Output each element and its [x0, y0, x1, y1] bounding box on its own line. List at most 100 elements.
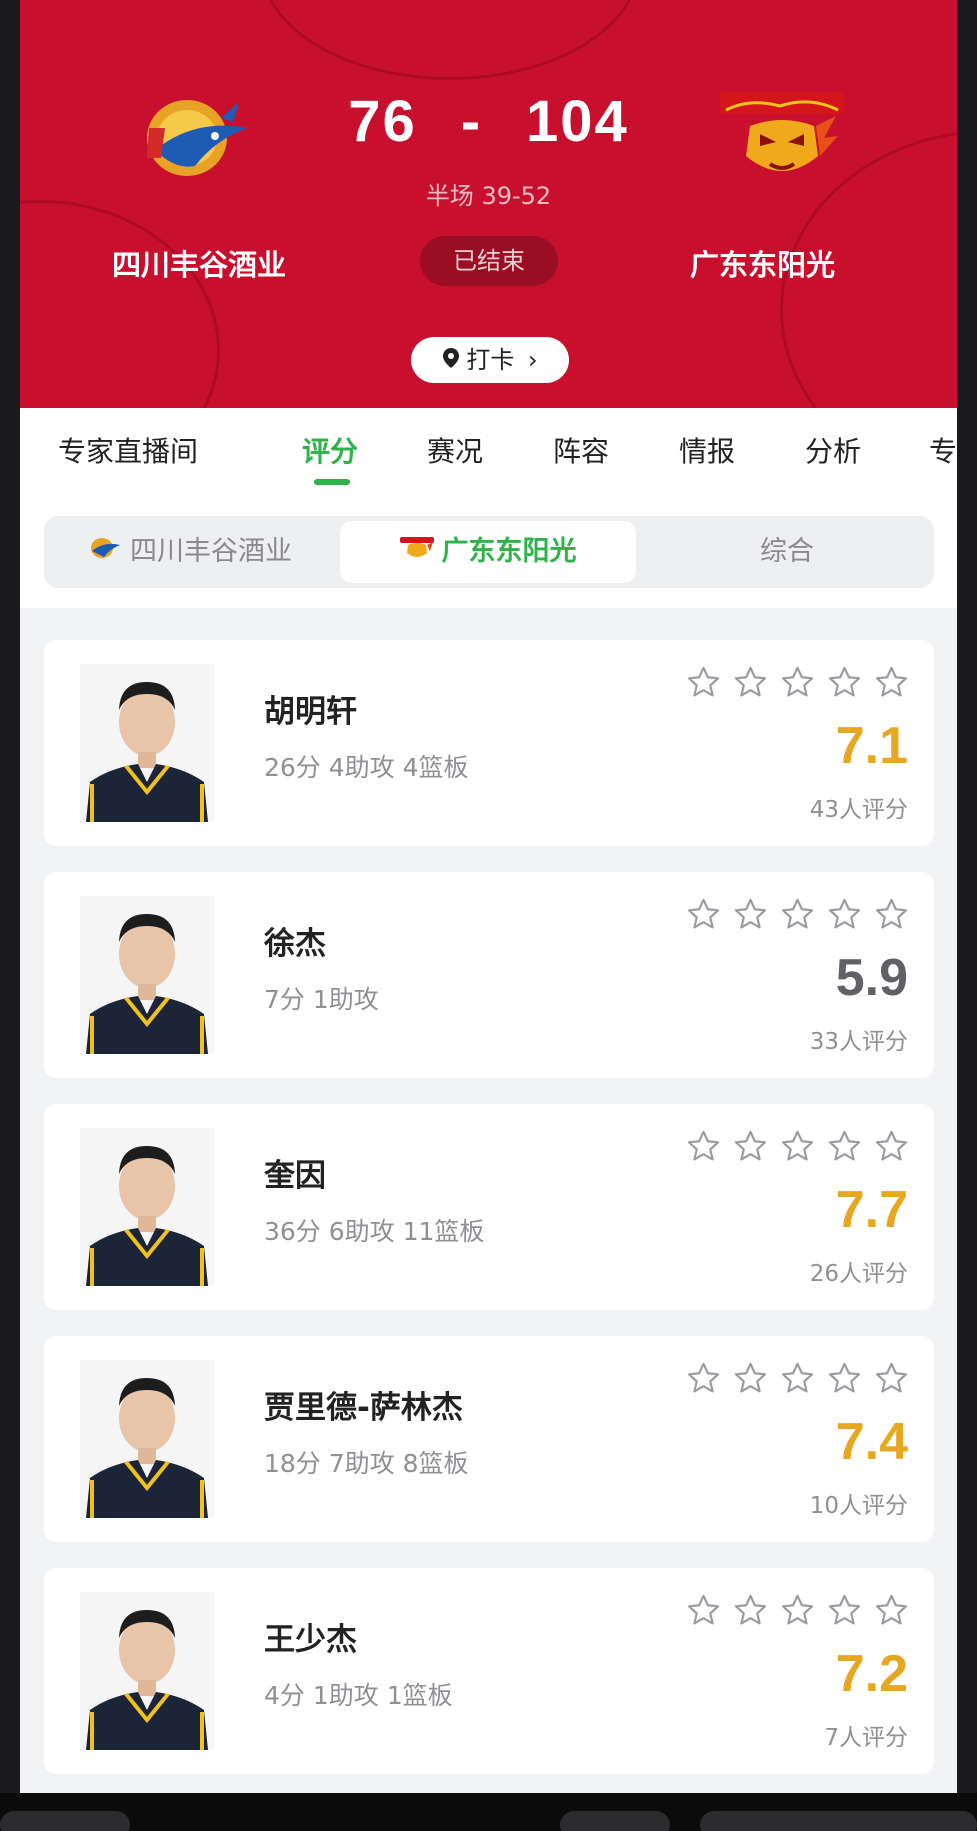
score-separator: -	[460, 89, 483, 154]
segment-guangdong[interactable]: 广东东阳光	[340, 521, 636, 583]
rating-star-icon[interactable]	[873, 664, 910, 705]
rating-count: 7人评分	[824, 1725, 908, 1751]
scoreline: 76-104	[20, 88, 957, 155]
player-name: 胡明轩	[264, 694, 357, 730]
rating-star-icon[interactable]	[685, 1592, 722, 1633]
rating-star-icon[interactable]	[779, 1360, 816, 1401]
system-pill	[700, 1811, 977, 1831]
rating-star-icon[interactable]	[732, 1360, 769, 1401]
rating-count: 10人评分	[809, 1493, 908, 1519]
player-avatar	[80, 1128, 214, 1286]
rating-star-icon[interactable]	[873, 1360, 910, 1401]
away-score: 104	[526, 89, 629, 154]
player-stats: 7分 1助攻	[264, 985, 379, 1014]
rating-count: 33人评分	[809, 1029, 908, 1055]
rating-star-icon[interactable]	[873, 1592, 910, 1633]
rating-stars[interactable]	[685, 1128, 910, 1169]
segment-label: 四川丰谷酒业	[130, 536, 292, 567]
player-name: 奎因	[264, 1158, 326, 1194]
rating-star-icon[interactable]	[826, 664, 863, 705]
active-tab-indicator	[314, 479, 350, 485]
segment-sichuan[interactable]: 四川丰谷酒业	[44, 516, 336, 588]
match-status-badge: 已结束	[420, 236, 558, 286]
rating-star-icon[interactable]	[779, 1128, 816, 1169]
rating-count: 26人评分	[809, 1261, 908, 1287]
rating-star-icon[interactable]	[732, 1592, 769, 1633]
away-team-name[interactable]: 广东东阳光	[690, 242, 835, 284]
rating-stars[interactable]	[685, 1592, 910, 1633]
checkin-button[interactable]: 打卡 ›	[411, 337, 569, 383]
player-name: 徐杰	[264, 926, 326, 962]
rating-star-icon[interactable]	[826, 1128, 863, 1169]
rating-star-icon[interactable]	[779, 896, 816, 937]
player-card[interactable]: 贾里德-萨林杰 18分 7助攻 8篮板 7.4 10人评分	[44, 1336, 934, 1542]
match-header: 76-104 半场 39-52 四川丰谷酒业 已结束 广东东阳光 打卡 ›	[20, 0, 957, 408]
player-avatar	[80, 664, 214, 822]
rating-star-icon[interactable]	[685, 664, 722, 705]
sichuan-logo-icon	[88, 517, 122, 589]
home-team-name[interactable]: 四川丰谷酒业	[112, 242, 286, 284]
court-arc	[260, 0, 640, 80]
tab-lineup[interactable]: 阵容	[553, 430, 609, 470]
tab-game-status[interactable]: 赛况	[427, 430, 483, 470]
rating-star-icon[interactable]	[779, 664, 816, 705]
tab-analysis[interactable]: 分析	[805, 430, 861, 470]
player-card[interactable]: 王少杰 4分 1助攻 1篮板 7.2 7人评分	[44, 1568, 934, 1774]
location-pin-icon	[442, 338, 460, 384]
rating-star-icon[interactable]	[732, 1128, 769, 1169]
right-edge	[957, 0, 977, 1831]
system-bottom-bar	[0, 1793, 977, 1831]
player-rating: 7.2	[835, 1645, 908, 1703]
rating-star-icon[interactable]	[732, 664, 769, 705]
left-edge	[0, 0, 20, 1831]
rating-star-icon[interactable]	[826, 896, 863, 937]
team-segmented-control: 四川丰谷酒业 广东东阳光 综合	[44, 516, 934, 588]
tab-expert-live[interactable]: 专家直播间	[58, 430, 198, 470]
player-rating: 5.9	[835, 949, 908, 1007]
half-time-score: 半场 39-52	[425, 182, 552, 210]
home-score: 76	[348, 89, 417, 154]
player-stats: 36分 6助攻 11篮板	[264, 1217, 485, 1246]
rating-star-icon[interactable]	[873, 1128, 910, 1169]
checkin-label: 打卡	[466, 346, 515, 374]
court-arc	[20, 200, 220, 408]
system-pill	[560, 1811, 670, 1831]
player-card[interactable]: 胡明轩 26分 4助攻 4篮板 7.1 43人评分	[44, 640, 934, 846]
player-avatar	[80, 1592, 214, 1750]
rating-star-icon[interactable]	[685, 1360, 722, 1401]
tab-expert-truncated[interactable]: 专	[929, 430, 957, 470]
rating-star-icon[interactable]	[826, 1360, 863, 1401]
tab-intel[interactable]: 情报	[679, 430, 735, 470]
player-stats: 26分 4助攻 4篮板	[264, 753, 469, 782]
rating-star-icon[interactable]	[685, 1128, 722, 1169]
player-name: 贾里德-萨林杰	[264, 1390, 463, 1426]
rating-star-icon[interactable]	[873, 896, 910, 937]
player-card[interactable]: 奎因 36分 6助攻 11篮板 7.7 26人评分	[44, 1104, 934, 1310]
rating-stars[interactable]	[685, 1360, 910, 1401]
rating-star-icon[interactable]	[685, 896, 722, 937]
rating-count: 43人评分	[809, 797, 908, 823]
rating-star-icon[interactable]	[732, 896, 769, 937]
app-screen: 76-104 半场 39-52 四川丰谷酒业 已结束 广东东阳光 打卡 › 专家…	[20, 0, 957, 1793]
segment-overall[interactable]: 综合	[640, 516, 934, 588]
player-avatar	[80, 896, 214, 1054]
player-card[interactable]: 徐杰 7分 1助攻 5.9 33人评分	[44, 872, 934, 1078]
rating-stars[interactable]	[685, 896, 910, 937]
player-rating: 7.1	[835, 717, 908, 775]
chevron-right-icon: ›	[528, 346, 538, 374]
guangdong-logo-icon	[399, 522, 434, 584]
rating-stars[interactable]	[685, 664, 910, 705]
tab-ratings[interactable]: 评分	[302, 430, 358, 470]
rating-star-icon[interactable]	[826, 1592, 863, 1633]
system-pill	[0, 1811, 130, 1831]
player-rating: 7.7	[835, 1181, 908, 1239]
player-name: 王少杰	[264, 1622, 357, 1658]
segment-label: 广东东阳光	[441, 536, 577, 567]
team-filter-bar: 四川丰谷酒业 广东东阳光 综合	[20, 504, 957, 608]
tab-bar: 专家直播间 评分 赛况 阵容 情报 分析 专	[20, 408, 957, 504]
rating-star-icon[interactable]	[779, 1592, 816, 1633]
player-rating: 7.4	[835, 1413, 908, 1471]
player-stats: 18分 7助攻 8篮板	[264, 1449, 469, 1478]
player-avatar	[80, 1360, 214, 1518]
player-stats: 4分 1助攻 1篮板	[264, 1681, 453, 1710]
